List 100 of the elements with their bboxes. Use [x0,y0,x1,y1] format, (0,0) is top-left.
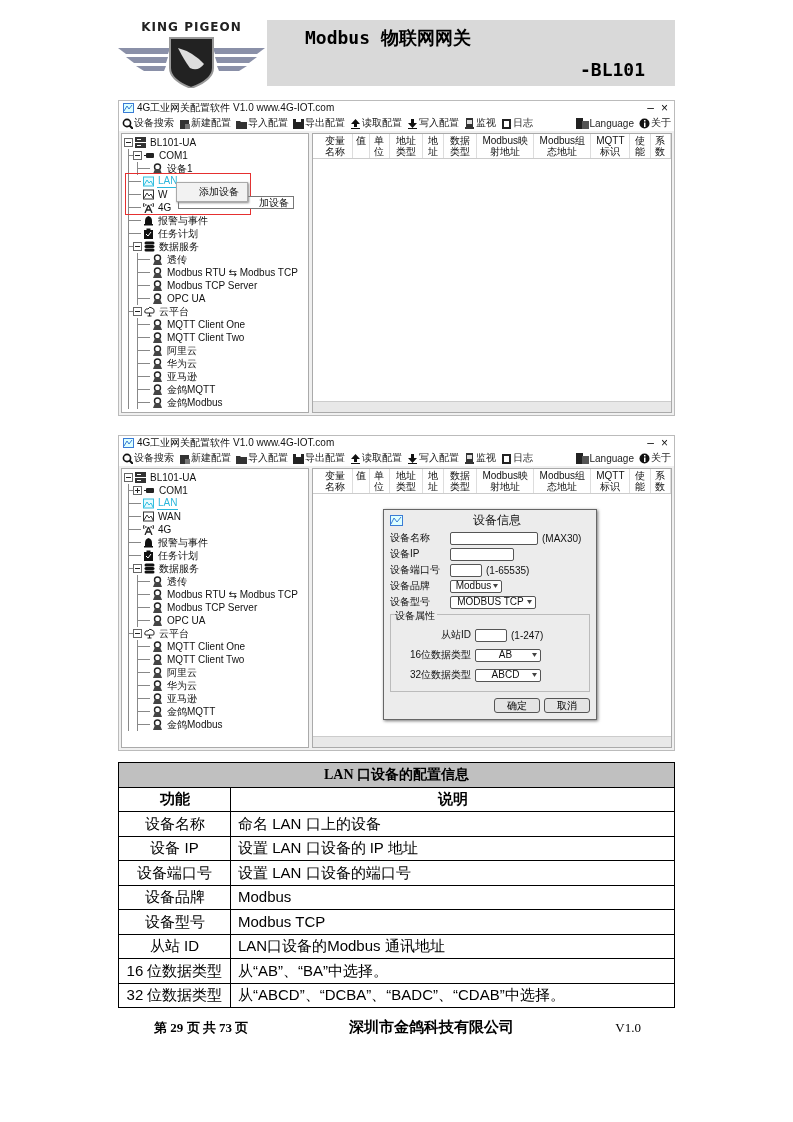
tree-toggle-icon[interactable] [133,151,142,160]
tree-item[interactable]: 阿里云 [166,344,198,357]
toolbar-button[interactable]: 写入配置 [406,116,460,130]
tree-item[interactable]: 4G [157,201,173,214]
toolbar-button[interactable]: 新建配置 [178,116,232,130]
input-field[interactable] [475,628,507,642]
tree-item[interactable]: OPC UA [166,292,207,305]
tree-toggle-icon[interactable] [133,564,142,573]
toolbar-button[interactable]: 监视 [463,116,497,130]
dialog-button[interactable]: 确定 [494,698,540,713]
tree-item[interactable]: Modbus RTU ⇆ Modbus TCP [166,266,299,279]
column-header[interactable]: 地址类型 [389,134,424,158]
tree-item[interactable]: 报警与事件 [157,214,209,227]
dropdown[interactable]: AB [475,648,541,662]
column-header[interactable]: 数据类型 [443,469,478,493]
dialog-button[interactable]: 取消 [544,698,590,713]
column-header[interactable]: 地址 [423,134,444,158]
column-header[interactable]: Modbus映射地址 [477,469,535,493]
tree-item[interactable]: OPC UA [166,614,207,627]
column-header[interactable]: MQTT标识 [591,469,631,493]
column-header[interactable]: Modbus组态地址 [534,469,592,493]
toolbar-button[interactable]: 新建配置 [178,451,232,465]
column-header[interactable]: 单位 [369,134,390,158]
tree-item[interactable]: 任务计划 [157,227,199,240]
toolbar-button[interactable]: Language [574,117,635,129]
input-field[interactable] [450,547,514,561]
toolbar-button[interactable]: 读取配置 [349,116,403,130]
column-header[interactable]: 单位 [369,469,390,493]
scroll-bar[interactable] [313,736,671,747]
tree-item[interactable]: 金鸽MQTT [166,383,217,396]
column-header[interactable]: 使能 [630,134,651,158]
tree-item[interactable]: 亚马逊 [166,692,198,705]
scroll-bar[interactable] [313,401,671,412]
tree-item[interactable]: 华为云 [166,679,198,692]
column-header[interactable]: 系数 [650,469,671,493]
tree-item[interactable]: 金鸽MQTT [166,705,217,718]
tree-item[interactable]: 透传 [166,253,188,266]
toolbar-button[interactable]: 关于 [638,116,672,130]
toolbar-button[interactable]: 写入配置 [406,451,460,465]
tree-toggle-icon[interactable] [133,629,142,638]
column-header[interactable]: 数据类型 [443,134,478,158]
tree-item[interactable]: 华为云 [166,357,198,370]
tree-item[interactable]: 透传 [166,575,188,588]
tree-item[interactable]: 云平台 [158,627,190,640]
tree-item[interactable]: 任务计划 [157,549,199,562]
column-header[interactable]: 地址 [423,469,444,493]
tree-item[interactable]: Modbus TCP Server [166,279,259,292]
tree-toggle-icon[interactable] [133,486,142,495]
input-field[interactable] [450,563,482,577]
tree-item[interactable]: 亚马逊 [166,370,198,383]
toolbar-button[interactable]: 导入配置 [235,451,289,465]
toolbar-button[interactable]: Language [574,452,635,464]
close-button[interactable]: × [659,102,670,114]
minimize-button[interactable]: – [645,102,656,114]
tree-item[interactable]: WAN [157,510,182,523]
column-header[interactable]: 值 [352,134,370,158]
column-header[interactable]: 值 [352,469,370,493]
toolbar-button[interactable]: 日志 [500,451,534,465]
column-header[interactable]: 系数 [650,134,671,158]
tree-item[interactable]: 阿里云 [166,666,198,679]
toolbar-button[interactable]: 设备搜索 [121,116,175,130]
column-header[interactable]: 地址类型 [389,469,424,493]
column-header[interactable]: MQTT标识 [591,134,631,158]
toolbar-button[interactable]: 读取配置 [349,451,403,465]
toolbar-button[interactable]: 日志 [500,116,534,130]
tree-item[interactable]: 金鸽Modbus [166,718,224,731]
tree-item[interactable]: 4G [157,523,173,536]
tree-item[interactable]: BL101-UA [149,471,198,484]
toolbar-button[interactable]: 监视 [463,451,497,465]
tree-item[interactable]: MQTT Client Two [166,653,246,666]
dropdown[interactable]: MODBUS TCP [450,595,536,609]
tree-item[interactable]: Modbus RTU ⇆ Modbus TCP [166,588,299,601]
tree-item[interactable]: MQTT Client Two [166,331,246,344]
dropdown[interactable]: ABCD [475,668,541,682]
tree-item[interactable]: 报警与事件 [157,536,209,549]
column-header[interactable]: Modbus映射地址 [477,134,535,158]
tree-item[interactable]: W [157,188,169,201]
tree-item[interactable]: COM1 [158,484,189,497]
tree-toggle-icon[interactable] [133,242,142,251]
tree-item[interactable]: MQTT Client One [166,318,247,331]
column-header[interactable]: 使能 [630,469,651,493]
close-button[interactable]: × [659,437,670,449]
tree-item[interactable]: 云平台 [158,305,190,318]
minimize-button[interactable]: – [645,437,656,449]
tree-item[interactable]: 设备1 [166,162,194,175]
toolbar-button[interactable]: 导出配置 [292,116,346,130]
toolbar-button[interactable]: 关于 [638,451,672,465]
tree-item[interactable]: 数据服务 [158,562,200,575]
input-field[interactable] [450,531,538,545]
tree-item[interactable]: COM1 [158,149,189,162]
tree-item[interactable]: BL101-UA [149,136,198,149]
toolbar-button[interactable]: 设备搜索 [121,451,175,465]
toolbar-button[interactable]: 导出配置 [292,451,346,465]
tree-item[interactable]: 数据服务 [158,240,200,253]
menu-item[interactable]: 添加设备 [199,185,239,199]
toolbar-button[interactable]: 导入配置 [235,116,289,130]
column-header[interactable]: Modbus组态地址 [534,134,592,158]
tree-toggle-icon[interactable] [124,473,133,482]
column-header[interactable]: 变量名称 [319,469,353,493]
tree-toggle-icon[interactable] [124,138,133,147]
